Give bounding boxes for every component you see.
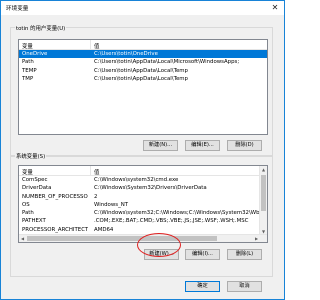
scroll-up-icon[interactable]: ▲ xyxy=(260,166,267,173)
variable-value: AMD64 xyxy=(94,226,114,233)
column-divider[interactable] xyxy=(90,166,91,175)
user-variables-group: totin 的用户变量(U) 变量 值 OneDrive C:\Users\to… xyxy=(10,24,273,157)
vertical-scrollbar[interactable]: ▲ ▼ xyxy=(259,166,267,242)
list-item[interactable]: OneDrive C:\Users\totin\OneDrive xyxy=(19,50,267,59)
dialog-body: totin 的用户变量(U) 变量 值 OneDrive C:\Users\to… xyxy=(1,15,284,299)
variable-value: C:\Windows\System32\Drivers\DriverData xyxy=(94,185,207,192)
scroll-thumb[interactable] xyxy=(261,175,266,211)
variable-value: C:\Users\totin\AppData\Local\Temp xyxy=(94,75,188,82)
variable-name: PATHEXT xyxy=(22,218,46,225)
list-item[interactable]: NUMBER_OF_PROCESSORS 2 xyxy=(19,193,267,201)
column-header-value[interactable]: 值 xyxy=(94,168,99,176)
variable-name: OneDrive xyxy=(22,51,48,57)
variable-name: Path xyxy=(22,59,34,66)
variable-name: PROCESSOR_ARCHITECT... xyxy=(22,226,88,233)
variable-name: TMP xyxy=(22,75,34,82)
close-icon[interactable]: ✕ xyxy=(270,2,280,13)
window-title: 环境变量 xyxy=(6,6,29,12)
scroll-thumb[interactable] xyxy=(27,236,217,241)
variable-name: Path xyxy=(22,210,34,217)
list-item[interactable]: Path C:\Users\totin\AppData\Local\Micros… xyxy=(19,58,267,66)
list-item[interactable]: TMP C:\Users\totin\AppData\Local\Temp xyxy=(19,75,267,83)
column-divider[interactable] xyxy=(90,40,91,49)
scroll-left-icon[interactable]: ◀ xyxy=(19,235,26,242)
variable-value: C:\Windows\system32\cmd.exe xyxy=(94,177,179,183)
list-item[interactable]: DriverData C:\Windows\System32\Drivers\D… xyxy=(19,184,267,192)
list-item[interactable]: PATHEXT .COM;.EXE;.BAT;.CMD;.VBS;.VBE;.J… xyxy=(19,217,267,225)
variable-value: 2 xyxy=(94,193,98,200)
system-edit-button[interactable]: 编辑(I)... xyxy=(185,249,220,260)
system-variables-list[interactable]: 变量 值 ComSpec C:\Windows\system32\cmd.exe… xyxy=(18,165,268,243)
user-delete-button[interactable]: 删除(D) xyxy=(227,140,262,151)
variable-name: NUMBER_OF_PROCESSORS xyxy=(22,193,88,200)
list-item[interactable]: OS Windows_NT xyxy=(19,201,267,209)
variable-name: TEMP xyxy=(22,67,37,74)
highlight-circle xyxy=(137,233,181,257)
system-variables-group: 系统变量(S) 变量 值 ComSpec C:\Windows\system32… xyxy=(10,152,273,277)
user-edit-button[interactable]: 编辑(E)... xyxy=(185,140,220,151)
user-variables-label: totin 的用户变量(U) xyxy=(15,24,67,32)
variable-value: C:\Users\totin\AppData\Local\Temp xyxy=(94,67,188,74)
variable-value: C:\Users\totin\AppData\Local\Microsoft\W… xyxy=(94,59,240,66)
variable-name: ComSpec xyxy=(22,177,48,183)
list-header: 变量 值 xyxy=(19,166,267,176)
title-bar: 环境变量 ✕ xyxy=(1,1,284,15)
list-header: 变量 值 xyxy=(19,40,267,50)
user-new-button[interactable]: 新建(N)... xyxy=(143,140,178,151)
system-delete-button[interactable]: 删除(L) xyxy=(227,249,262,260)
list-item[interactable]: PROCESSOR_ARCHITECT... AMD64 xyxy=(19,226,267,234)
system-variables-label: 系统变量(S) xyxy=(15,152,47,160)
variable-name: OS xyxy=(22,201,30,208)
variable-value: C:\Windows\system32;C:\Windows;C:\Window… xyxy=(94,210,264,217)
variable-value: .COM;.EXE;.BAT;.CMD;.VBS;.VBE;.JS;.JSE;.… xyxy=(94,218,249,225)
scroll-right-icon[interactable]: ▶ xyxy=(253,235,260,242)
list-item[interactable]: ComSpec C:\Windows\system32\cmd.exe xyxy=(19,176,267,184)
column-header-variable[interactable]: 变量 xyxy=(22,168,33,176)
column-header-variable[interactable]: 变量 xyxy=(22,42,33,50)
user-variables-list[interactable]: 变量 值 OneDrive C:\Users\totin\OneDrive Pa… xyxy=(18,39,268,135)
column-header-value[interactable]: 值 xyxy=(94,42,99,50)
list-item[interactable]: TEMP C:\Users\totin\AppData\Local\Temp xyxy=(19,67,267,75)
variable-name: DriverData xyxy=(22,185,52,192)
variable-value: Windows_NT xyxy=(94,201,129,208)
ok-button[interactable]: 确定 xyxy=(185,281,220,292)
environment-variables-window: 环境变量 ✕ totin 的用户变量(U) 变量 值 OneDrive C:\U… xyxy=(0,0,285,300)
variable-value: C:\Users\totin\OneDrive xyxy=(94,51,158,57)
cancel-button[interactable]: 取消 xyxy=(227,281,262,292)
list-item[interactable]: Path C:\Windows\system32;C:\Windows;C:\W… xyxy=(19,209,267,217)
